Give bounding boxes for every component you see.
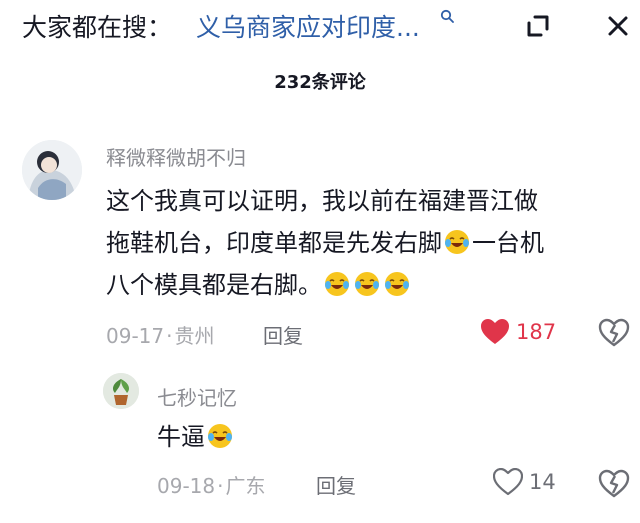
dislike-icon[interactable] bbox=[598, 317, 630, 349]
reply-location: 广东 bbox=[225, 474, 266, 498]
comment-username[interactable]: 释微释微胡不归 bbox=[106, 142, 246, 171]
collapse-icon bbox=[527, 15, 549, 37]
comment-line-2-text: 拖鞋机台，印度单都是先发右脚 bbox=[106, 229, 442, 257]
like-button[interactable]: 187 bbox=[480, 318, 556, 346]
reply-date: 09-18 bbox=[157, 474, 216, 498]
comment-line-1: 这个我真可以证明，我以前在福建晋江做 bbox=[106, 187, 538, 215]
reply-text: 牛逼 bbox=[157, 418, 235, 456]
search-suggestion-prefix: 大家都在搜： bbox=[22, 13, 173, 42]
close-icon bbox=[608, 16, 628, 36]
reply-avatar[interactable] bbox=[103, 373, 139, 409]
reply-dislike-icon[interactable] bbox=[598, 468, 630, 500]
reply-button[interactable]: 回复 bbox=[263, 320, 303, 349]
comment-line-3-text: 八个模具都是右脚。 bbox=[106, 271, 322, 299]
reply-like-button[interactable]: 14 bbox=[493, 468, 556, 496]
heart-icon bbox=[481, 319, 509, 344]
avatar[interactable] bbox=[22, 140, 82, 200]
comments-count-title: 232条评论 bbox=[274, 72, 366, 93]
heart-outline-icon bbox=[493, 468, 523, 496]
reply-username[interactable]: 七秒记忆 bbox=[157, 382, 237, 411]
search-suggestion-link[interactable]: 义乌商家应对印度... bbox=[196, 8, 420, 44]
comment-line-2: 拖鞋机台，印度单都是先发右脚 一台机 bbox=[106, 222, 636, 264]
collapse-button[interactable] bbox=[516, 6, 560, 46]
laughing-crying-emoji bbox=[355, 272, 379, 296]
top-bar: 大家都在搜： 义乌商家应对印度... bbox=[0, 0, 640, 54]
laughing-crying-emoji bbox=[208, 424, 232, 448]
comment-meta: 09-17 · 贵州 bbox=[106, 324, 215, 348]
comment-location: 贵州 bbox=[174, 324, 215, 348]
search-icon[interactable] bbox=[440, 9, 454, 23]
laughing-crying-emoji bbox=[385, 272, 409, 296]
reply-text-body: 牛逼 bbox=[157, 423, 205, 451]
comment-date: 09-17 bbox=[106, 324, 165, 348]
reply-avatar-image bbox=[103, 373, 139, 409]
comment-text: 这个我真可以证明，我以前在福建晋江做 拖鞋机台，印度单都是先发右脚 一台机 八个… bbox=[106, 180, 636, 306]
like-count: 187 bbox=[516, 320, 557, 344]
reply-to-reply-button[interactable]: 回复 bbox=[316, 470, 356, 499]
reply-meta: 09-18 · 广东 bbox=[157, 474, 266, 498]
comment-line-2-tail: 一台机 bbox=[472, 229, 544, 257]
laughing-crying-emoji bbox=[445, 230, 469, 254]
reply-like-count: 14 bbox=[529, 470, 556, 494]
avatar-image bbox=[22, 140, 82, 200]
close-button[interactable] bbox=[596, 6, 640, 46]
comment-line-3: 八个模具都是右脚。 bbox=[106, 264, 636, 306]
laughing-crying-emoji bbox=[325, 272, 349, 296]
